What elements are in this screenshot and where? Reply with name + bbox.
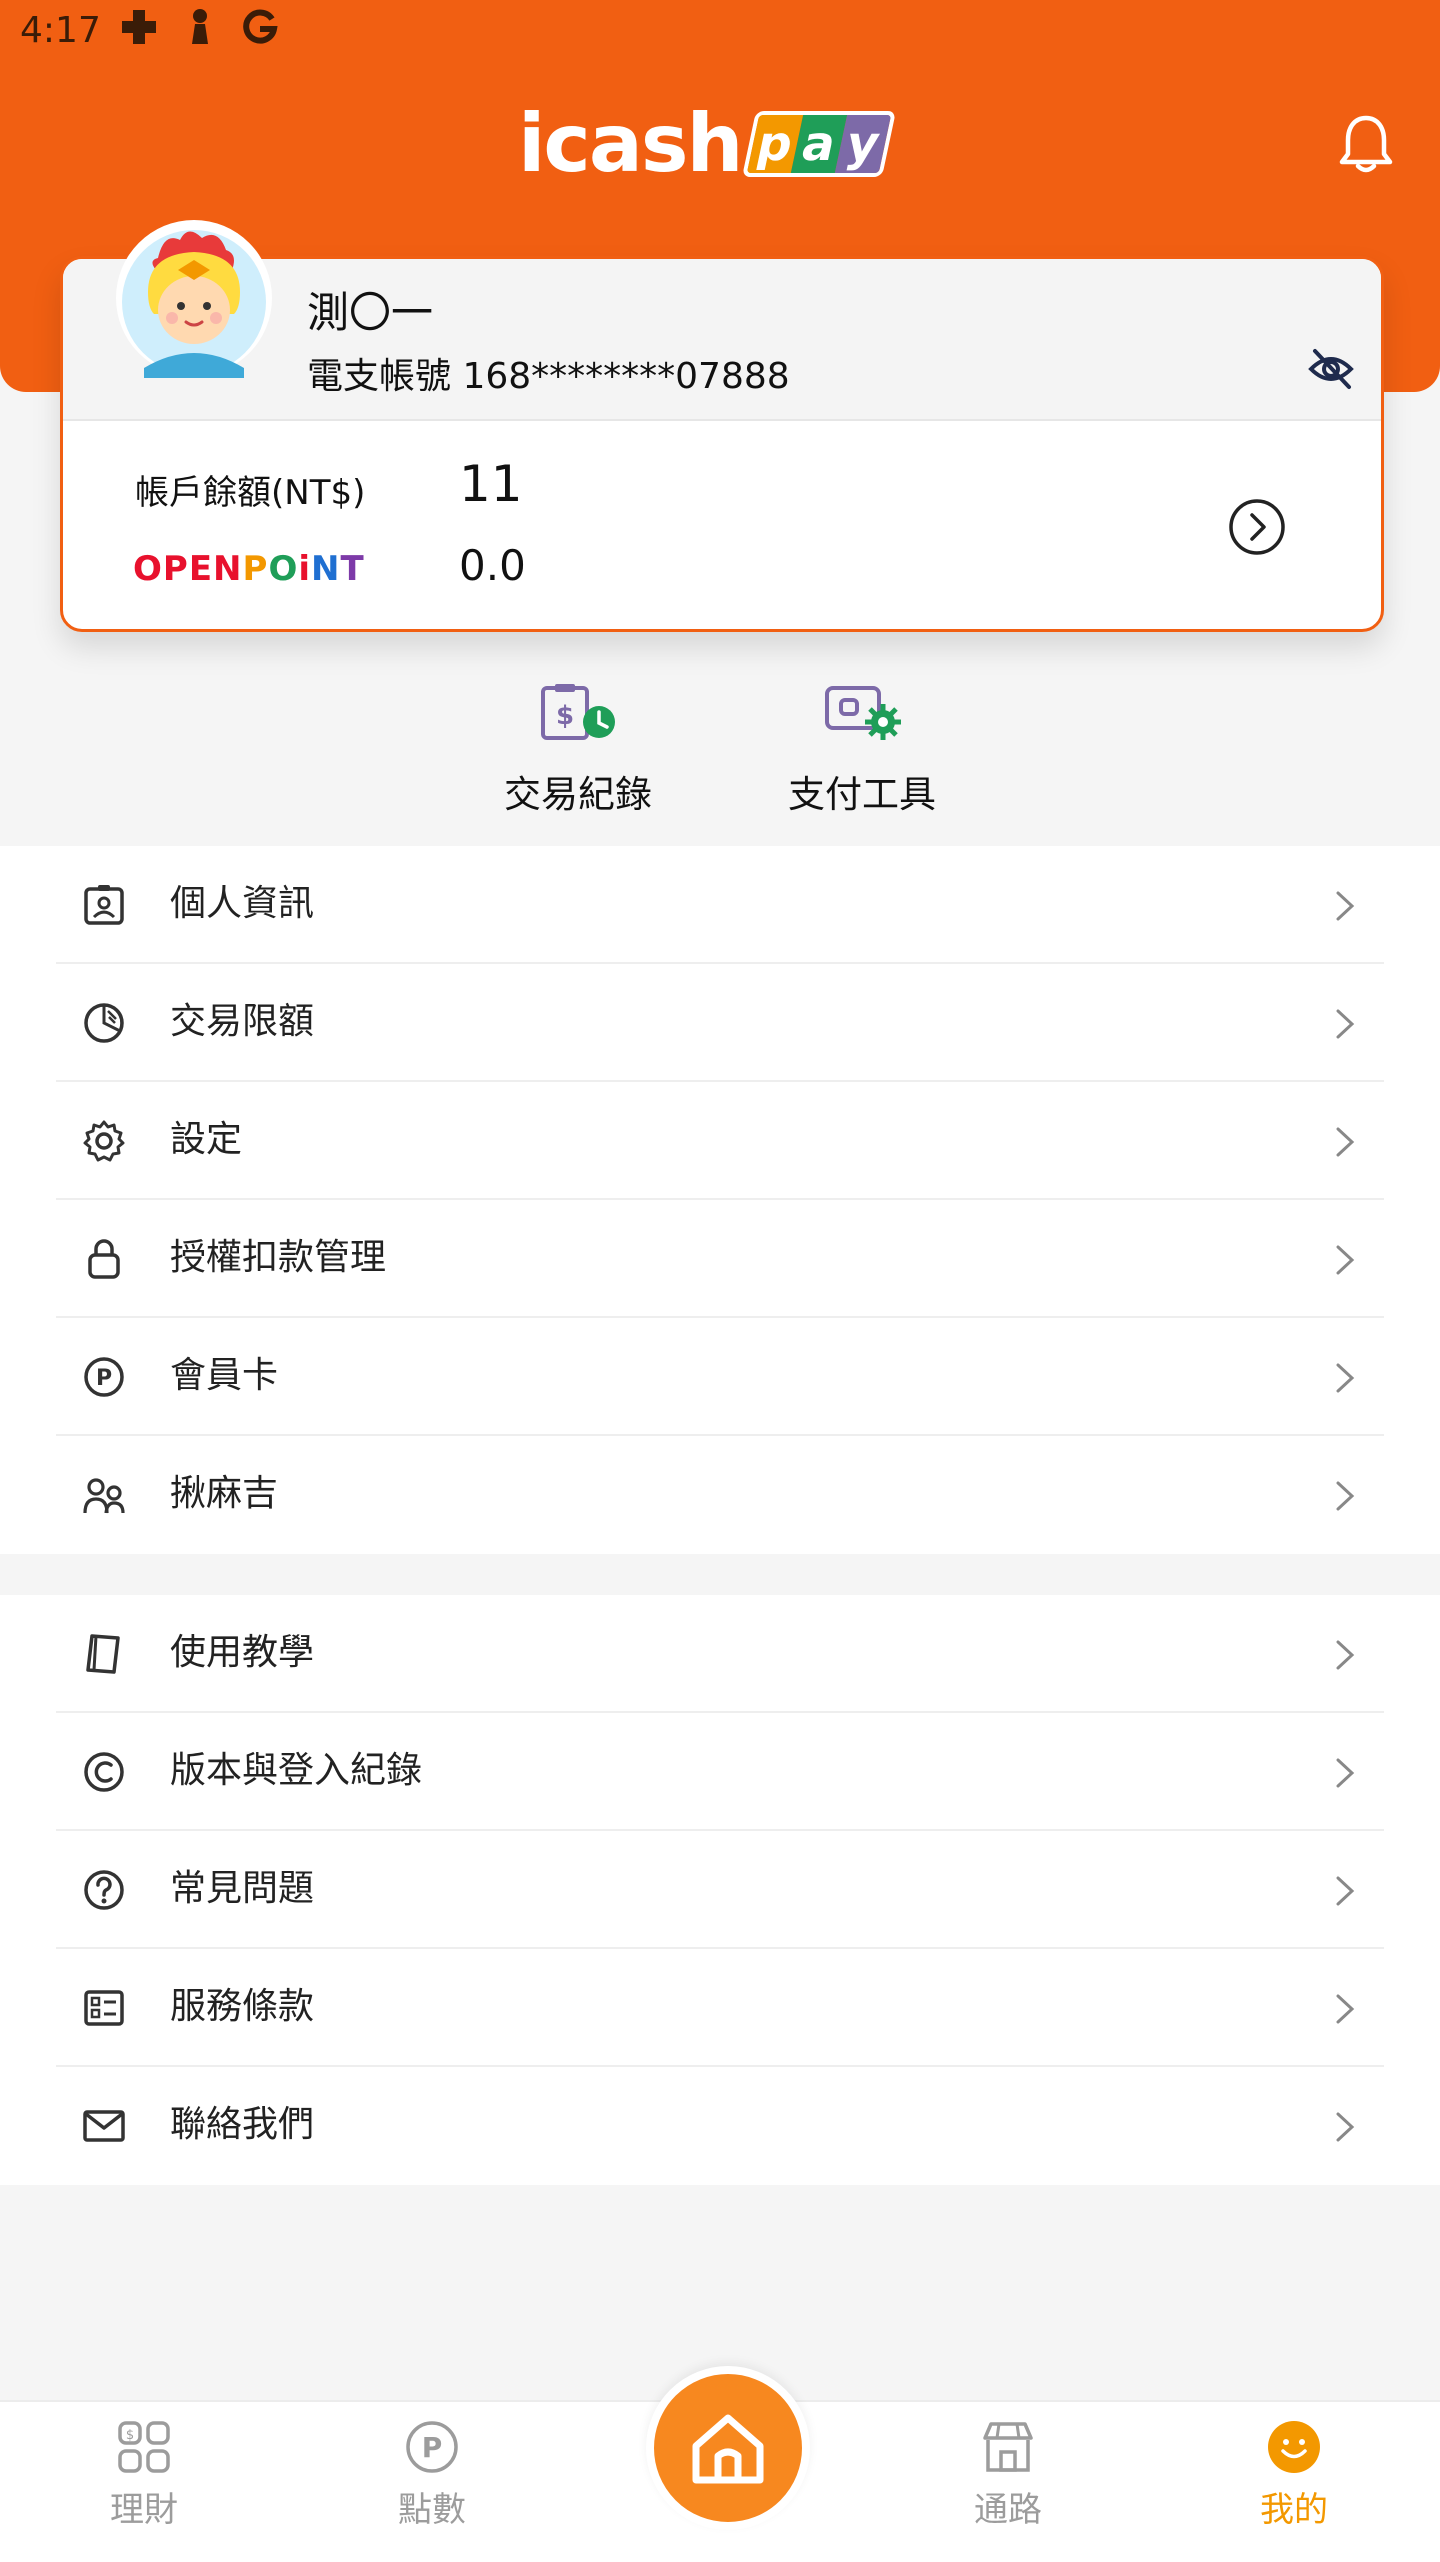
- payment-tool-button[interactable]: 支付工具: [762, 680, 962, 818]
- balance-value: 11: [459, 455, 523, 513]
- menu-label: 聯絡我們: [170, 2104, 315, 2145]
- menu-item-settings[interactable]: 設定: [56, 1082, 1384, 1200]
- chevron-right-icon: [1336, 1876, 1355, 1906]
- svg-text:P: P: [422, 2431, 443, 2464]
- menu-label: 授權扣款管理: [170, 1237, 387, 1278]
- chevron-right-icon: [1336, 1009, 1355, 1039]
- points-value: 0.0: [459, 541, 526, 590]
- svg-text:$: $: [556, 701, 574, 731]
- chevron-right-icon: [1336, 2112, 1355, 2142]
- smile-icon: [1268, 2421, 1320, 2473]
- nav-finance-label: 理財: [110, 2490, 178, 2530]
- chevron-right-circle-icon[interactable]: [1227, 497, 1287, 557]
- menu-label: 設定: [170, 1119, 243, 1160]
- balance-label: 帳戶餘額(NT$): [135, 473, 366, 513]
- menu-label: 個人資訊: [170, 883, 315, 924]
- chevron-right-icon: [1336, 1758, 1355, 1788]
- nav-channel[interactable]: 通路: [928, 2418, 1088, 2531]
- friends-icon: [83, 1478, 125, 1514]
- chevron-right-icon: [1336, 1127, 1355, 1157]
- menu-label: 交易限額: [170, 1001, 315, 1042]
- menu-group-account: 個人資訊 交易限額 設定 授權扣款管理 P 會員卡 揪麻吉: [0, 846, 1440, 1554]
- lock-icon: [88, 1239, 120, 1279]
- menu-group-support: 使用教學 版本與登入紀錄 常見問題 服務條款 聯絡我們: [0, 1595, 1440, 2185]
- home-icon: [692, 2414, 764, 2484]
- mail-icon: [83, 2110, 125, 2142]
- chevron-right-icon: [1336, 1640, 1355, 1670]
- chevron-right-icon: [1336, 1245, 1355, 1275]
- nav-points[interactable]: P 點數: [352, 2418, 512, 2531]
- status-time: 4:17: [20, 10, 101, 51]
- menu-label: 版本與登入紀錄: [170, 1750, 423, 1791]
- eye-off-icon[interactable]: [1307, 345, 1355, 393]
- status-icons: [120, 8, 278, 46]
- point-icon: P: [84, 1357, 124, 1397]
- menu-item-version-login-record[interactable]: 版本與登入紀錄: [56, 1713, 1384, 1831]
- chess-piece-icon: [192, 9, 208, 44]
- chevron-right-icon: [1336, 1994, 1355, 2024]
- menu-label: 常見問題: [170, 1868, 315, 1909]
- menu-item-contact-us[interactable]: 聯絡我們: [56, 2067, 1384, 2185]
- menu-label: 揪麻吉: [170, 1473, 279, 1514]
- menu-item-transaction-limit[interactable]: 交易限額: [56, 964, 1384, 1082]
- user-name: 測〇一: [307, 288, 434, 337]
- logo-pay: p a y: [742, 111, 897, 177]
- pie-chart-icon: [84, 1003, 124, 1043]
- book-icon: [86, 1634, 120, 1674]
- chevron-right-icon: [1336, 891, 1355, 921]
- svg-text:P: P: [96, 1366, 112, 1391]
- menu-item-authorized-debit[interactable]: 授權扣款管理: [56, 1200, 1384, 1318]
- svg-text:$: $: [126, 2428, 134, 2443]
- menu-item-invite-friends[interactable]: 揪麻吉: [56, 1436, 1384, 1554]
- menu-label: 使用教學: [170, 1632, 315, 1673]
- store-icon: [983, 2422, 1033, 2472]
- payment-tool-label: 支付工具: [788, 773, 936, 816]
- menu-label: 服務條款: [170, 1986, 315, 2027]
- account-number: 電支帳號 168********07888: [307, 356, 790, 397]
- bell-icon[interactable]: [1336, 112, 1396, 176]
- transaction-record-icon: $: [541, 684, 615, 740]
- avatar[interactable]: [114, 218, 274, 378]
- icashpay-logo: icash p a y: [518, 97, 897, 190]
- menu-item-terms-of-service[interactable]: 服務條款: [56, 1949, 1384, 2067]
- menu-item-tutorial[interactable]: 使用教學: [56, 1595, 1384, 1713]
- chevron-right-icon: [1336, 1481, 1355, 1511]
- terms-icon: [84, 1990, 124, 2026]
- menu-item-personal-info[interactable]: 個人資訊: [56, 846, 1384, 964]
- google-icon: [243, 9, 278, 44]
- point-icon: P: [406, 2421, 458, 2473]
- nav-mine[interactable]: 我的: [1214, 2418, 1374, 2531]
- logo-icash-text: icash: [518, 97, 743, 190]
- nav-mine-label: 我的: [1260, 2490, 1328, 2530]
- finance-icon: $: [118, 2421, 170, 2473]
- home-button[interactable]: [646, 2366, 810, 2530]
- transaction-record-button[interactable]: $ 交易紀錄: [478, 680, 678, 818]
- nav-finance[interactable]: $ 理財: [64, 2418, 224, 2531]
- payment-tool-icon: [825, 686, 901, 740]
- copyright-icon: [84, 1752, 124, 1792]
- menu-item-faq[interactable]: 常見問題: [56, 1831, 1384, 1949]
- transaction-record-label: 交易紀錄: [504, 773, 652, 816]
- id-card-icon: [84, 885, 124, 925]
- menu-item-member-card[interactable]: P 會員卡: [56, 1318, 1384, 1436]
- gear-icon: [83, 1120, 125, 1162]
- openpoint-logo: OPENPOiNT: [133, 549, 365, 589]
- menu-label: 會員卡: [170, 1355, 279, 1396]
- chevron-right-icon: [1336, 1363, 1355, 1393]
- question-icon: [84, 1870, 124, 1910]
- nav-channel-label: 通路: [974, 2490, 1042, 2530]
- nav-points-label: 點數: [398, 2490, 466, 2530]
- medical-cross-icon: [122, 10, 156, 44]
